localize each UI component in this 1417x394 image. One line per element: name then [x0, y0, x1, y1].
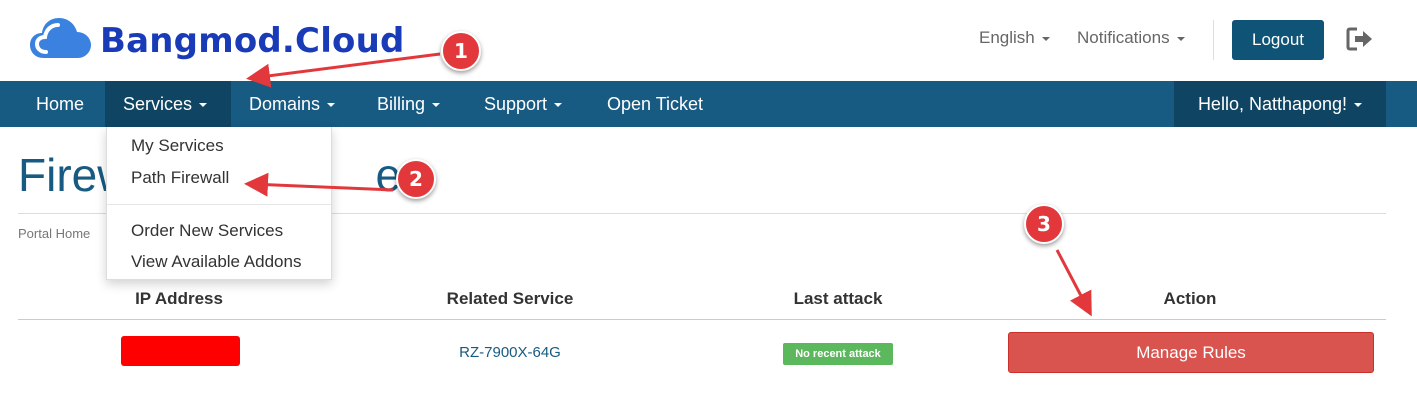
annotation-arrow-1: [246, 52, 441, 88]
annotation-arrow-2: [244, 172, 394, 197]
annotation-badge-3: 3: [1024, 204, 1064, 244]
annotation-badge-1: 1: [441, 31, 481, 71]
annotation-badge-2: 2: [396, 159, 436, 199]
annotation-arrow-3: [1055, 249, 1092, 317]
annotation-arrows: [244, 52, 1092, 317]
